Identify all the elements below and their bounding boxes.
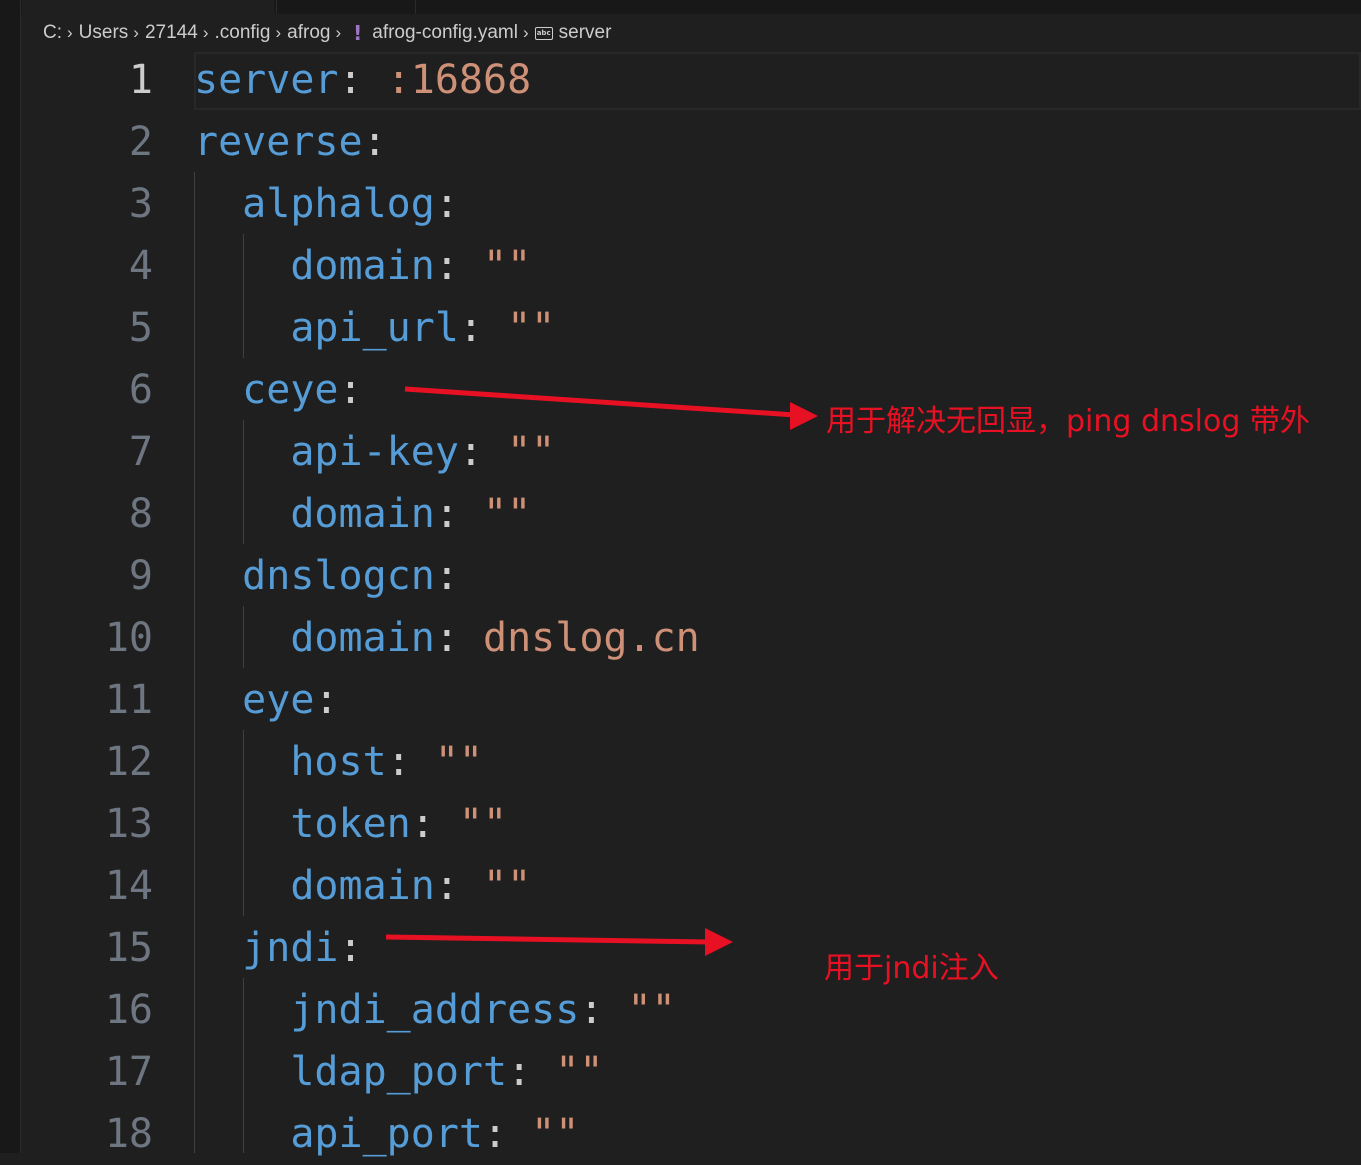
annotation-ceye: 用于解决无回显，ping dnslog 带外 bbox=[826, 404, 1310, 439]
arrowhead-ceye bbox=[790, 402, 818, 430]
annotation-jndi: 用于jndi注入 bbox=[824, 951, 999, 986]
arrowhead-jndi bbox=[705, 928, 733, 956]
arrow-jndi bbox=[385, 934, 711, 945]
arrow-ceye bbox=[404, 386, 796, 418]
annotation-arrows bbox=[385, 386, 818, 956]
